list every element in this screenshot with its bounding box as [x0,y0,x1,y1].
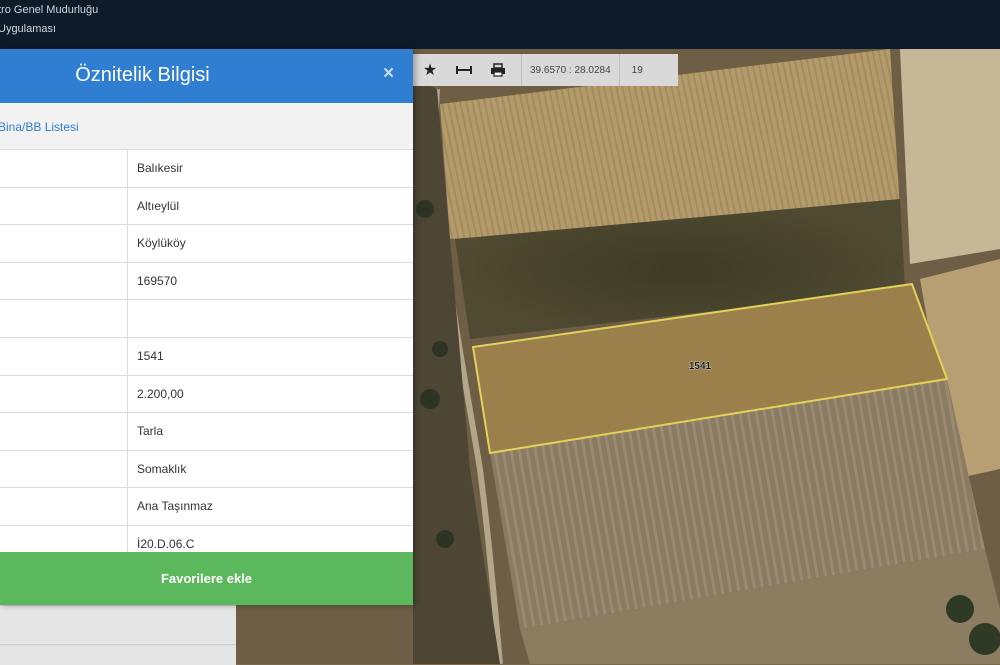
app-title-line1: tro Genel Mudurluğu [0,4,99,16]
map-toolbar: ★ 39.6570 : 28.0284 19 [413,54,678,86]
measure-icon[interactable] [447,54,481,86]
attribute-value: İ20.D.06.C [137,536,195,551]
attribute-value: Balıkesir [137,161,184,175]
attribute-value: Köylüköy [137,236,186,251]
coordinate-readout: 39.6570 : 28.0284 [521,54,620,86]
print-icon[interactable] [481,54,515,86]
attribute-info-panel: Öznitelik Bilgisi × Bina/BB Listesi Balı… [0,49,413,605]
close-icon[interactable]: × [383,63,394,85]
attribute-value: 169570 [137,273,178,288]
attribute-value: Tarla [137,424,164,439]
attribute-value: 1541 [137,348,164,363]
table-row: Tarla [0,413,413,451]
table-row: Köylüköy [0,225,413,263]
building-list-label[interactable]: Bina/BB Listesi [0,120,79,134]
attribute-value: Somaklık [137,461,187,476]
attribute-value: 2.200,00 [137,386,184,401]
sidebar-underlay [0,605,236,665]
panel-title: Öznitelik Bilgisi [75,64,210,86]
app-title-line2: Uygulaması [0,23,57,35]
attribute-value: Altıeylül [137,198,180,213]
attribute-table: Balıkesir Altıeylül Köylüköy 169570 1541… [0,150,413,564]
app-header: tro Genel Mudurluğu Uygulaması [0,0,1000,49]
table-row: Ana Taşınmaz [0,488,413,526]
panel-header: Öznitelik Bilgisi × [0,49,413,103]
table-row: Somaklık [0,450,413,489]
table-row [0,300,413,338]
table-row: 169570 [0,262,413,301]
zoom-level: 19 [631,64,643,76]
table-row: Altıeylül [0,187,413,226]
parcel-label: 1541 [689,361,712,372]
star-icon[interactable]: ★ [413,54,447,86]
building-list-link[interactable]: Bina/BB Listesi [0,103,413,150]
table-row: 2.200,00 [0,375,413,414]
table-row: 1541 [0,337,413,376]
add-to-favorites-button[interactable]: Favorilere ekle [0,552,413,605]
table-row: Balıkesir [0,150,413,188]
attribute-value: Ana Taşınmaz [137,499,213,514]
